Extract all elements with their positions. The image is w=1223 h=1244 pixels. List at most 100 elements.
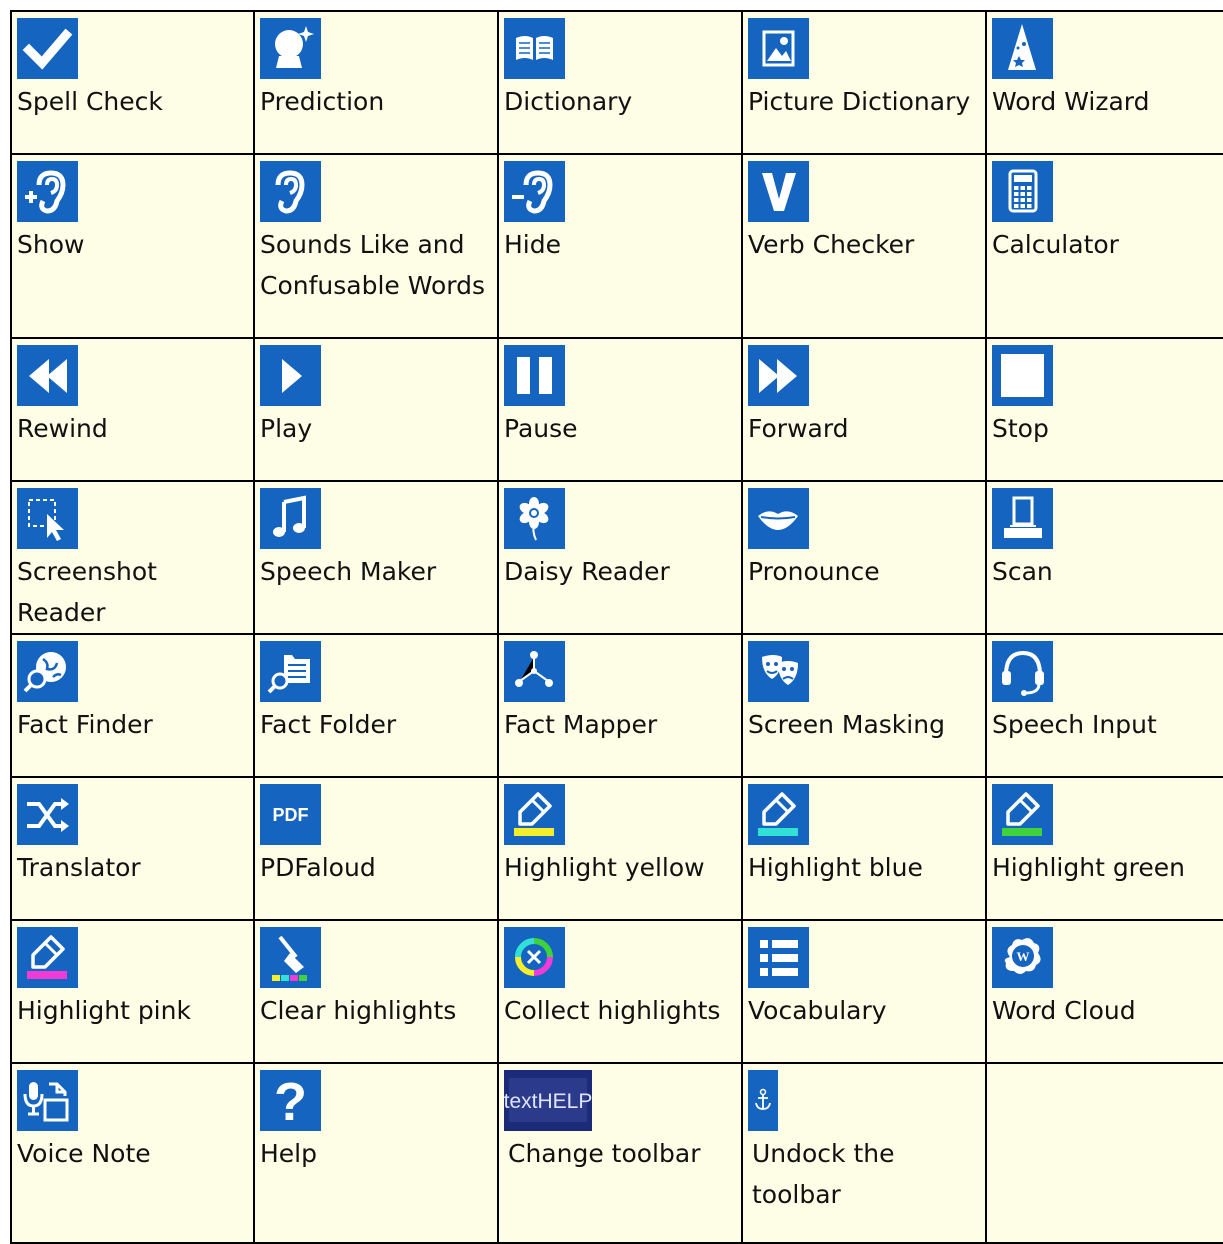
- globe-search-icon[interactable]: [17, 641, 78, 702]
- table-row: Fact Finder Fact Folder Fact Mapper Screen …: [10, 633, 1223, 778]
- toolbar-item[interactable]: Fact Folder: [256, 636, 496, 775]
- toolbar-item[interactable]: Speech Maker: [256, 483, 496, 632]
- picture-icon[interactable]: [748, 18, 809, 79]
- wizard-hat-icon[interactable]: [992, 18, 1053, 79]
- headset-icon[interactable]: [992, 641, 1053, 702]
- pause-icon[interactable]: [504, 345, 565, 406]
- toolbar-item[interactable]: Play: [256, 340, 496, 479]
- highlighter-pink-icon[interactable]: [17, 927, 78, 988]
- toolbar-item-label: Pause: [504, 414, 578, 443]
- shuffle-arrows-icon[interactable]: [17, 784, 78, 845]
- toolbar-item[interactable]: Highlight pink: [13, 922, 252, 1061]
- calculator-icon[interactable]: [992, 161, 1053, 222]
- table-cell: Translator: [10, 776, 255, 921]
- table-cell: Highlight pink: [10, 919, 255, 1064]
- highlighter-green-icon[interactable]: [992, 784, 1053, 845]
- toolbar-item[interactable]: Word Wizard: [988, 13, 1222, 152]
- fast-forward-icon[interactable]: [748, 345, 809, 406]
- table-cell: Speech Input: [985, 633, 1223, 778]
- pdf-icon[interactable]: PDF: [260, 784, 321, 845]
- toolbar-item[interactable]: Translator: [13, 779, 252, 918]
- color-cycle-icon[interactable]: [504, 927, 565, 988]
- table-cell: Spell Check: [10, 10, 255, 155]
- lips-icon[interactable]: [748, 488, 809, 549]
- theatre-masks-icon[interactable]: [748, 641, 809, 702]
- toolbar-item[interactable]: ? Help: [256, 1065, 496, 1241]
- toolbar-item[interactable]: Prediction: [256, 13, 496, 152]
- toolbar-item[interactable]: Clear highlights: [256, 922, 496, 1061]
- toolbar-item[interactable]: Fact Mapper: [500, 636, 740, 775]
- voice-note-icon[interactable]: [17, 1070, 78, 1131]
- open-book-icon[interactable]: [504, 18, 565, 79]
- toolbar-item-label: Rewind: [17, 414, 108, 443]
- toolbar-item[interactable]: Hide: [500, 156, 740, 336]
- ear-minus-icon[interactable]: [504, 161, 565, 222]
- toolbar-item[interactable]: Show: [13, 156, 252, 336]
- texthelp-logo-icon[interactable]: textHELP: [504, 1070, 592, 1131]
- toolbar-item[interactable]: Screen Masking: [744, 636, 984, 775]
- scanner-icon[interactable]: [992, 488, 1053, 549]
- toolbar-item[interactable]: Voice Note: [13, 1065, 252, 1241]
- folder-search-icon[interactable]: [260, 641, 321, 702]
- daisy-flower-icon[interactable]: [504, 488, 565, 549]
- node-map-icon[interactable]: [504, 641, 565, 702]
- toolbar-item[interactable]: W Word Cloud: [988, 922, 1222, 1061]
- toolbar-item-label: Show: [17, 230, 85, 259]
- highlighter-yellow-icon[interactable]: [504, 784, 565, 845]
- toolbar-item[interactable]: Screenshot Reader: [13, 483, 252, 632]
- toolbar-item[interactable]: Scan: [988, 483, 1222, 632]
- toolbar-item[interactable]: Pause: [500, 340, 740, 479]
- table-cell: Fact Finder: [10, 633, 255, 778]
- bulleted-list-icon[interactable]: [748, 927, 809, 988]
- toolbar-item[interactable]: Speech Input: [988, 636, 1222, 775]
- toolbar-item[interactable]: Undock the toolbar: [744, 1065, 984, 1241]
- toolbar-item[interactable]: Vocabulary: [744, 922, 984, 1061]
- highlighter-blue-icon[interactable]: [748, 784, 809, 845]
- toolbar-item[interactable]: Picture Dictionary: [744, 13, 984, 152]
- toolbar-item[interactable]: Highlight green: [988, 779, 1222, 918]
- table-row: Show Sounds Like and Confusable Words Hide…: [10, 153, 1223, 339]
- svg-text:PDF: PDF: [273, 805, 309, 825]
- question-mark-icon[interactable]: ?: [260, 1070, 321, 1131]
- letter-v-icon[interactable]: [748, 161, 809, 222]
- toolbar-item-label: Prediction: [260, 87, 385, 116]
- ear-plus-icon[interactable]: [17, 161, 78, 222]
- screen-selection-icon[interactable]: [17, 488, 78, 549]
- table-row: Highlight pink Clear highlights Collect hi…: [10, 919, 1223, 1064]
- toolbar-item[interactable]: Collect highlights: [500, 922, 740, 1061]
- broom-icon[interactable]: [260, 927, 321, 988]
- toolbar-item-label: Verb Checker: [748, 230, 915, 259]
- toolbar-item[interactable]: Verb Checker: [744, 156, 984, 336]
- toolbar-item[interactable]: Stop: [988, 340, 1222, 479]
- table-cell: Screen Masking: [741, 633, 987, 778]
- toolbar-item[interactable]: PDF PDFaloud: [256, 779, 496, 918]
- toolbar-item[interactable]: textHELP Change toolbar: [500, 1065, 740, 1241]
- toolbar-item[interactable]: Sounds Like and Confusable Words: [256, 156, 496, 336]
- music-note-icon[interactable]: [260, 488, 321, 549]
- rewind-icon[interactable]: [17, 345, 78, 406]
- word-cloud-icon[interactable]: W: [992, 927, 1053, 988]
- toolbar-item[interactable]: Forward: [744, 340, 984, 479]
- table-cell: Picture Dictionary: [741, 10, 987, 155]
- toolbar-item[interactable]: Highlight yellow: [500, 779, 740, 918]
- toolbar-item[interactable]: Spell Check: [13, 13, 252, 152]
- toolbar-item[interactable]: Calculator: [988, 156, 1222, 336]
- anchor-icon[interactable]: [748, 1070, 778, 1131]
- table-cell: [985, 1062, 1223, 1244]
- checkmark-icon[interactable]: [17, 18, 78, 79]
- toolbar-item[interactable]: Rewind: [13, 340, 252, 479]
- toolbar-item[interactable]: Highlight blue: [744, 779, 984, 918]
- toolbar-item-label: Hide: [504, 230, 561, 259]
- stop-icon[interactable]: [992, 345, 1053, 406]
- toolbar-item[interactable]: Daisy Reader: [500, 483, 740, 632]
- svg-text:textHELP: textHELP: [504, 1090, 592, 1113]
- table-cell: ? Help: [253, 1062, 499, 1244]
- table-cell: Fact Mapper: [497, 633, 743, 778]
- toolbar-item[interactable]: Fact Finder: [13, 636, 252, 775]
- play-icon[interactable]: [260, 345, 321, 406]
- toolbar-item[interactable]: Dictionary: [500, 13, 740, 152]
- toolbar-item-label: Speech Input: [992, 710, 1157, 739]
- ear-icon[interactable]: [260, 161, 321, 222]
- toolbar-item[interactable]: Pronounce: [744, 483, 984, 632]
- crystal-ball-icon[interactable]: [260, 18, 321, 79]
